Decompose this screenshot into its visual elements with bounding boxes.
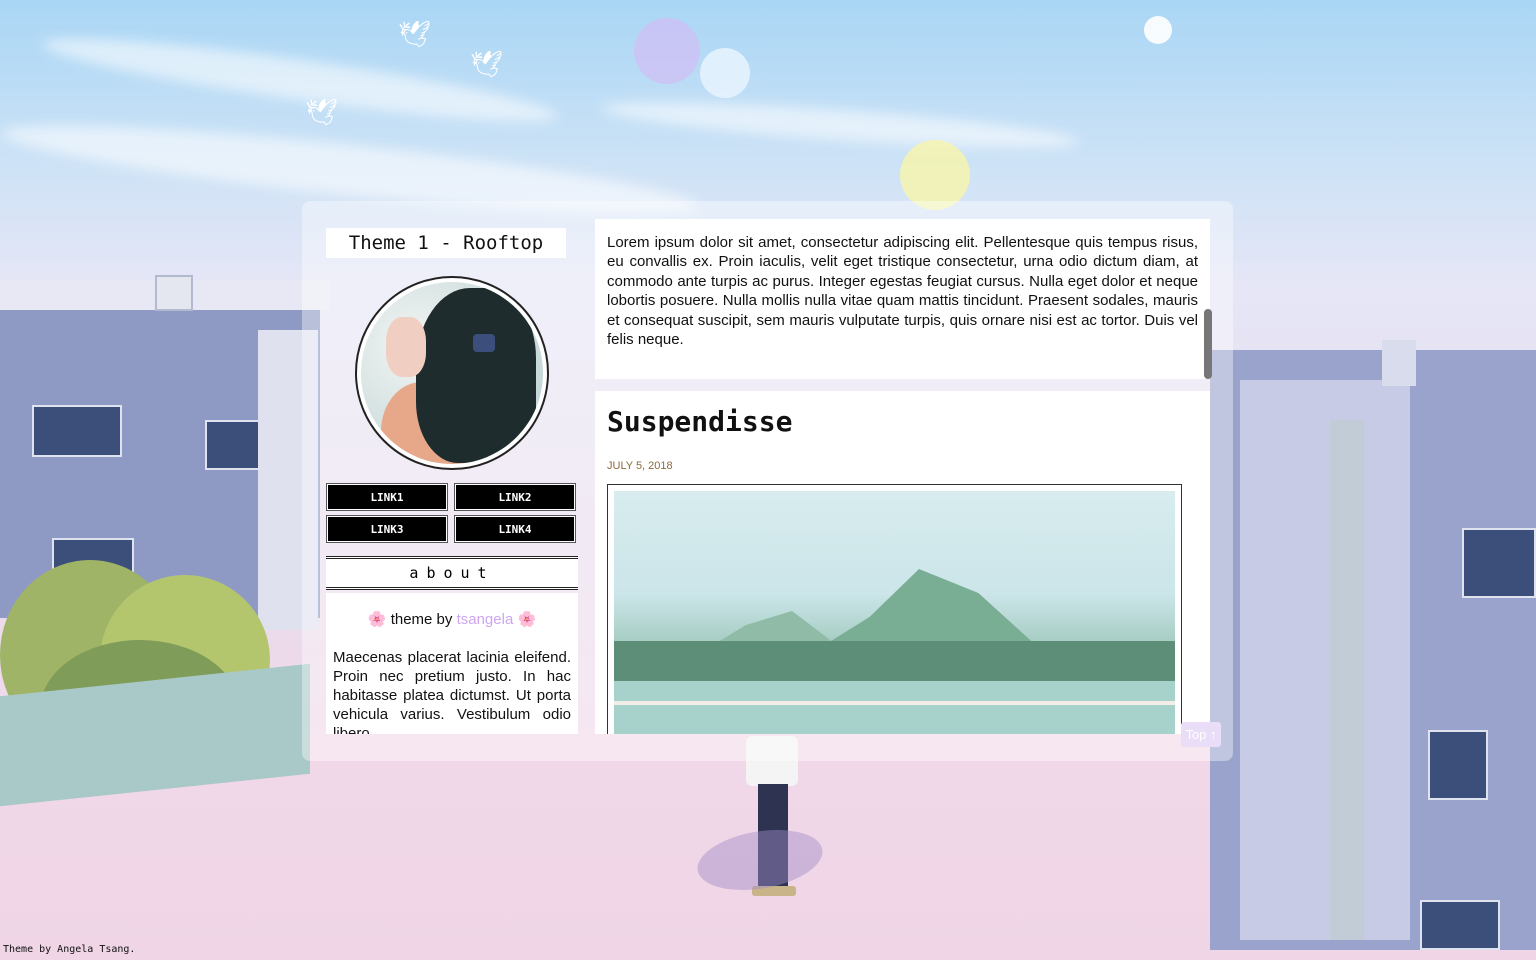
flower-icon: 🌸 <box>367 611 387 628</box>
post-photo[interactable] <box>607 484 1182 734</box>
bird-icon: 🕊 <box>470 50 504 80</box>
bird-icon: 🕊 <box>398 20 432 50</box>
theme-credit: 🌸 theme by tsangela 🌸 <box>333 610 571 628</box>
blog-title[interactable]: Theme 1 - Rooftop <box>326 228 566 258</box>
link2-button[interactable]: LINK2 <box>454 483 576 511</box>
main-panel: Theme 1 - Rooftop LINK1 LINK2 LINK3 LINK… <box>302 201 1233 761</box>
posts-scrollbar[interactable] <box>1204 309 1212 379</box>
landscape-image <box>614 491 1175 734</box>
footer-credit: Theme by Angela Tsang. <box>3 944 136 955</box>
flower-icon: 🌸 <box>517 611 537 628</box>
about-heading: about <box>326 556 578 590</box>
link4-button[interactable]: LINK4 <box>454 515 576 543</box>
sidebar: Theme 1 - Rooftop LINK1 LINK2 LINK3 LINK… <box>326 201 578 734</box>
link3-button[interactable]: LINK3 <box>326 515 448 543</box>
avatar[interactable] <box>355 276 549 470</box>
post-title[interactable]: Suspendisse <box>607 405 1198 438</box>
text-post-body: Lorem ipsum dolor sit amet, consectetur … <box>607 234 1198 349</box>
credit-prefix: theme by <box>390 611 453 628</box>
bird-icon: 🕊 <box>305 98 339 128</box>
text-post: Lorem ipsum dolor sit amet, consectetur … <box>595 219 1210 379</box>
scroll-to-top-button[interactable]: Top ↑ <box>1181 722 1221 747</box>
posts-column[interactable]: Lorem ipsum dolor sit amet, consectetur … <box>595 219 1210 734</box>
photo-post: Suspendisse JULY 5, 2018 <box>595 391 1210 734</box>
about-text: Maecenas placerat lacinia eleifend. Proi… <box>333 649 571 734</box>
post-date[interactable]: JULY 5, 2018 <box>607 460 1198 472</box>
about-section: 🌸 theme by tsangela 🌸 Maecenas placerat … <box>326 593 578 734</box>
credit-author-link[interactable]: tsangela <box>457 611 514 628</box>
link-grid: LINK1 LINK2 LINK3 LINK4 <box>326 483 578 543</box>
link1-button[interactable]: LINK1 <box>326 483 448 511</box>
avatar-image <box>361 282 543 464</box>
